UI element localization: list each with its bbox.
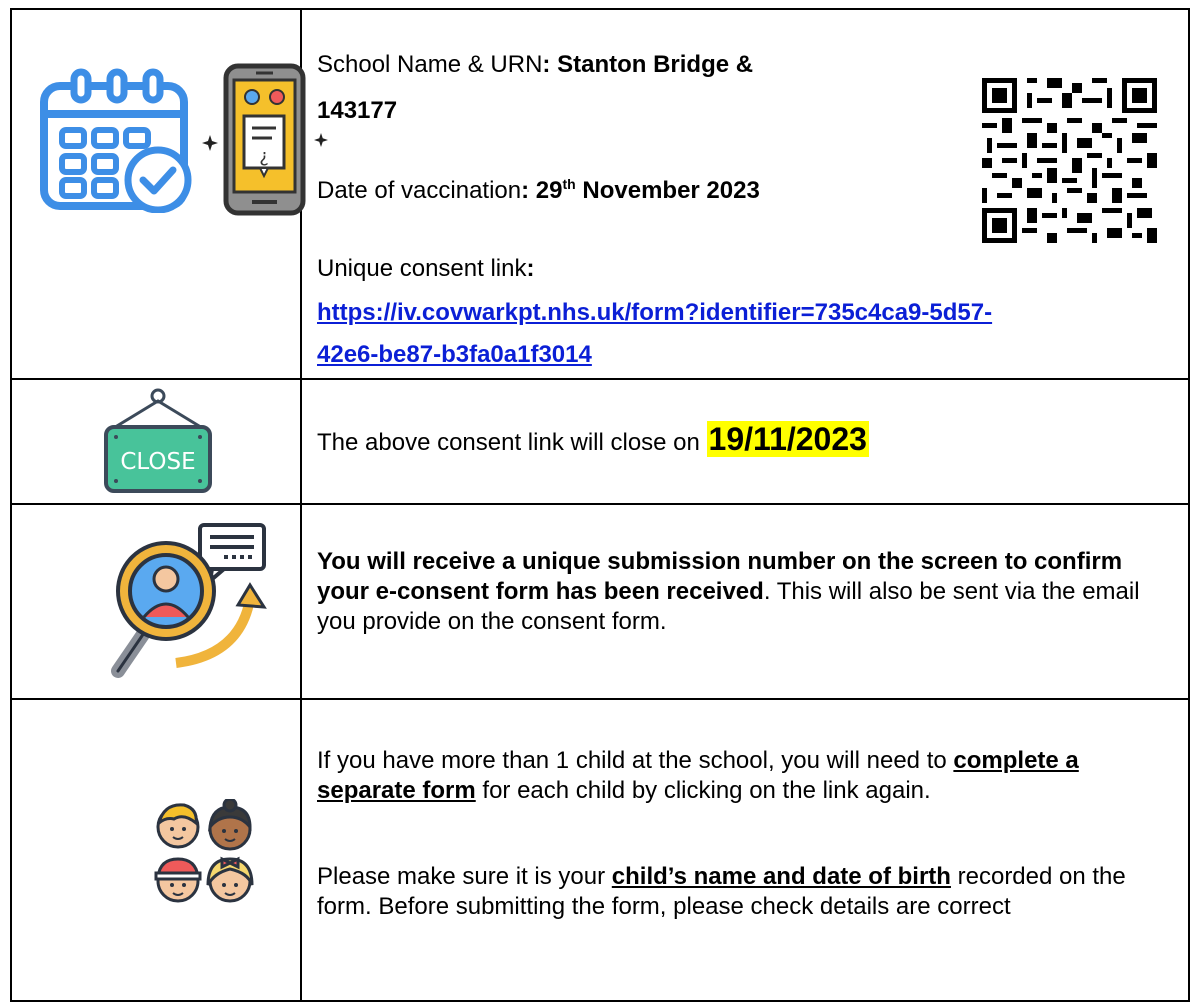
school-name-line: School Name & URN: Stanton Bridge & (317, 51, 754, 78)
school-value: Stanton Bridge & (557, 51, 754, 78)
icon-cell (12, 700, 302, 1000)
date-value: 29th November 2023 (535, 176, 760, 204)
child-details-emphasis: child’s name and date of birth (611, 863, 951, 890)
separate-form-paragraph: If you have more than 1 child at the sch… (317, 747, 1079, 804)
row-school-details: ¿ School Name & URN: Stanton Bridge & 14… (12, 10, 1188, 380)
check-details-paragraph: Please make sure it is your child’s name… (317, 863, 1126, 920)
multiple-children-text: If you have more than 1 child at the sch… (317, 700, 1178, 1000)
closing-date-line: The above consent link will close on 19/… (317, 421, 869, 457)
info-table: ¿ School Name & URN: Stanton Bridge & 14… (10, 8, 1190, 1002)
urn-value: 143177 (317, 97, 398, 124)
consent-link-continued[interactable]: 42e6-be87-b3fa0a1f3014 (317, 341, 592, 368)
row-closing-date: CLOSE The above consent link will close … (12, 380, 1188, 505)
close-sign-text: CLOSE (120, 449, 195, 475)
calendar-check-icon (40, 68, 192, 213)
date-label: Date of vaccination (317, 177, 522, 204)
consent-label-line: Unique consent link: (317, 255, 535, 282)
closing-date-value: 19/11/2023 (706, 421, 869, 457)
search-user-icon (111, 523, 267, 678)
closing-date-text: The above consent link will close on 19/… (317, 380, 1178, 503)
consent-label: Unique consent link (317, 255, 527, 282)
row-multiple-children: If you have more than 1 child at the sch… (12, 700, 1188, 1000)
icon-cell: ¿ (12, 10, 306, 378)
consent-link[interactable]: https://iv.covwarkpt.nhs.uk/form?identif… (317, 299, 992, 326)
qr-code (982, 78, 1157, 243)
icon-cell: CLOSE (12, 380, 302, 503)
submission-text: You will receive a unique submission num… (317, 505, 1178, 698)
consent-link-line-1: https://iv.covwarkpt.nhs.uk/form?identif… (317, 298, 1178, 328)
icon-cell (12, 505, 302, 698)
svg-text:¿: ¿ (259, 146, 269, 167)
submission-paragraph: You will receive a unique submission num… (317, 548, 1140, 635)
school-label: School Name & URN (317, 51, 543, 78)
close-sign-icon: CLOSE (104, 388, 212, 493)
consent-link-line-2: 42e6-be87-b3fa0a1f3014 (317, 340, 1178, 370)
row-submission-number: You will receive a unique submission num… (12, 505, 1188, 700)
school-details-text: School Name & URN: Stanton Bridge & 1431… (314, 10, 1178, 378)
phone-form-icon: ¿ (223, 63, 306, 216)
children-icon (154, 799, 254, 903)
sparkle-icon (314, 133, 328, 147)
sparkle-icon (202, 135, 218, 151)
